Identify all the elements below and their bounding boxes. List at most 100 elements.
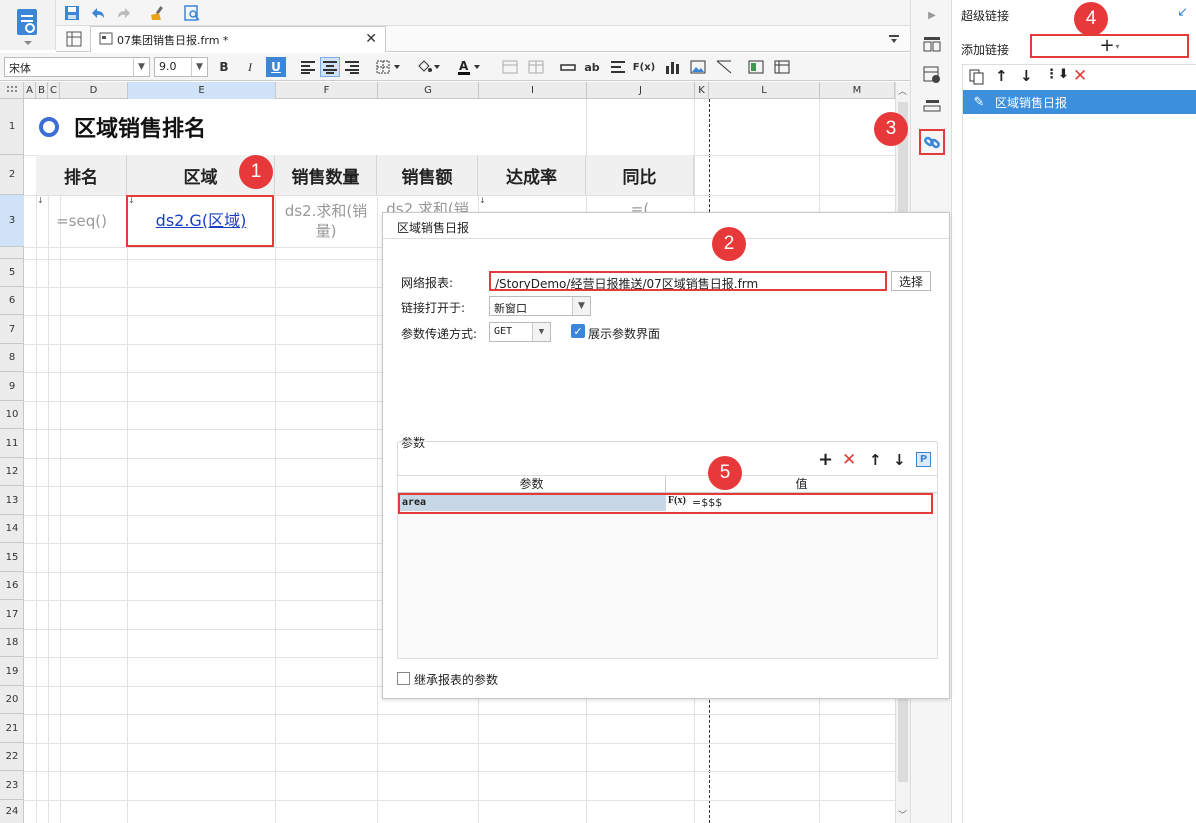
- row-header[interactable]: 24: [0, 800, 24, 823]
- row-header[interactable]: 6: [0, 287, 24, 315]
- condition-attr-icon[interactable]: [921, 96, 943, 118]
- qty-formula-cell[interactable]: ds2.求和(销量): [275, 195, 377, 247]
- tab-menu-icon[interactable]: [884, 29, 904, 49]
- row-header[interactable]: 11: [0, 429, 24, 458]
- unmerge-cells-icon[interactable]: [526, 57, 546, 77]
- wrap-text-icon[interactable]: [608, 57, 628, 77]
- method-select[interactable]: GET ▼: [489, 322, 551, 342]
- undo-icon[interactable]: [88, 3, 108, 23]
- add-param-icon[interactable]: +: [818, 451, 833, 469]
- column-header[interactable]: I: [479, 82, 587, 99]
- row-header[interactable]: 22: [0, 743, 24, 771]
- cell-style-icon[interactable]: [921, 64, 943, 86]
- delete-param-icon[interactable]: ✕: [842, 451, 856, 469]
- text-button[interactable]: ab: [582, 57, 602, 77]
- column-header[interactable]: D: [60, 82, 128, 99]
- header-cell[interactable]: 同比: [586, 155, 694, 195]
- delete-icon[interactable]: ✕: [1073, 66, 1087, 86]
- header-cell[interactable]: 达成率: [478, 155, 586, 195]
- title-cell[interactable]: 区域销售排名: [36, 99, 586, 155]
- row-header[interactable]: 8: [0, 344, 24, 372]
- scroll-up-icon[interactable]: ︿: [898, 84, 907, 97]
- row-header[interactable]: 21: [0, 714, 24, 743]
- column-header[interactable]: K: [695, 82, 709, 99]
- column-header[interactable]: B: [36, 82, 48, 99]
- row-header[interactable]: 3: [0, 195, 24, 247]
- row-header[interactable]: 13: [0, 486, 24, 515]
- param-down-icon[interactable]: ↓: [893, 451, 906, 469]
- insert-element-icon[interactable]: [558, 57, 578, 77]
- column-header[interactable]: M: [820, 82, 895, 99]
- row-header[interactable]: 19: [0, 657, 24, 686]
- merge-cells-icon[interactable]: [500, 57, 520, 77]
- close-tab-icon[interactable]: ✕: [365, 31, 377, 47]
- fill-color-icon[interactable]: [414, 57, 446, 77]
- widget-icon[interactable]: [772, 57, 792, 77]
- border-icon[interactable]: [374, 57, 406, 77]
- open-in-select[interactable]: 新窗口 ▼: [489, 296, 591, 316]
- sort-icon[interactable]: ⋮⬇: [1045, 67, 1069, 82]
- hyperlink-icon[interactable]: [919, 129, 945, 155]
- move-up-icon[interactable]: ↑: [995, 67, 1008, 85]
- row-header[interactable]: 2: [0, 155, 24, 195]
- scroll-down-icon[interactable]: ﹀: [898, 808, 907, 821]
- row-header[interactable]: 20: [0, 686, 24, 714]
- chart-icon[interactable]: [662, 57, 682, 77]
- link-list-item[interactable]: ✎ 区域销售日报: [963, 90, 1196, 114]
- select-report-button[interactable]: 选择: [891, 271, 931, 291]
- minimize-icon[interactable]: ↙: [1177, 5, 1188, 20]
- row-header[interactable]: 10: [0, 401, 24, 429]
- show-param-checkbox[interactable]: ✓: [571, 324, 585, 338]
- app-logo[interactable]: [0, 0, 56, 50]
- param-preset-icon[interactable]: P: [916, 452, 931, 467]
- rank-formula-cell[interactable]: =seq(): [36, 195, 127, 247]
- align-center-icon[interactable]: [320, 57, 340, 77]
- inherit-params-checkbox[interactable]: [397, 672, 410, 685]
- cell-attr-icon[interactable]: [746, 57, 766, 77]
- save-icon[interactable]: [62, 3, 82, 23]
- header-cell[interactable]: 销售数量: [275, 155, 377, 195]
- header-cell[interactable]: 排名: [36, 155, 127, 195]
- row-header[interactable]: 18: [0, 629, 24, 657]
- param-row[interactable]: area F(x) =$$$: [398, 493, 937, 514]
- header-cell[interactable]: 销售额: [377, 155, 478, 195]
- row-header[interactable]: 12: [0, 458, 24, 486]
- add-link-button[interactable]: + ▾: [1030, 34, 1189, 58]
- column-header[interactable]: G: [378, 82, 479, 99]
- row-header[interactable]: 17: [0, 600, 24, 629]
- select-all-corner[interactable]: [0, 82, 24, 99]
- bold-button[interactable]: B: [214, 57, 234, 77]
- file-tab[interactable]: 07集团销售日报.frm * ✕: [90, 26, 386, 52]
- column-header[interactable]: J: [587, 82, 695, 99]
- format-brush-icon[interactable]: [148, 3, 168, 23]
- font-size-select[interactable]: 9.0 ▼: [154, 57, 208, 77]
- column-header[interactable]: A: [24, 82, 36, 99]
- copy-icon[interactable]: [968, 68, 988, 88]
- column-header[interactable]: F: [276, 82, 378, 99]
- formula-button[interactable]: F(x): [633, 57, 655, 77]
- font-color-icon[interactable]: A: [454, 57, 486, 77]
- font-name-select[interactable]: 宋体 ▼: [4, 57, 150, 77]
- column-header[interactable]: C: [48, 82, 60, 99]
- row-header[interactable]: 7: [0, 315, 24, 344]
- row-header[interactable]: 15: [0, 543, 24, 572]
- slash-line-icon[interactable]: [714, 57, 734, 77]
- column-header[interactable]: L: [709, 82, 820, 99]
- redo-icon[interactable]: [114, 3, 134, 23]
- row-header[interactable]: 16: [0, 572, 24, 600]
- align-right-icon[interactable]: [342, 57, 362, 77]
- row-header[interactable]: 5: [0, 259, 24, 287]
- column-header[interactable]: E: [128, 82, 276, 99]
- italic-button[interactable]: I: [240, 57, 260, 77]
- param-up-icon[interactable]: ↑: [869, 451, 882, 469]
- align-left-icon[interactable]: [298, 57, 318, 77]
- grid-view-icon[interactable]: [64, 29, 84, 49]
- collapse-arrow-icon[interactable]: ▶: [921, 4, 943, 26]
- row-header[interactable]: 14: [0, 515, 24, 543]
- preview-icon[interactable]: [182, 3, 202, 23]
- underline-button[interactable]: U: [266, 57, 286, 77]
- cell-element-icon[interactable]: [921, 33, 943, 55]
- move-down-icon[interactable]: ↓: [1020, 67, 1033, 85]
- row-header[interactable]: 9: [0, 372, 24, 401]
- report-path-input[interactable]: /StoryDemo/经营日报推送/07区域销售日报.frm: [489, 271, 887, 291]
